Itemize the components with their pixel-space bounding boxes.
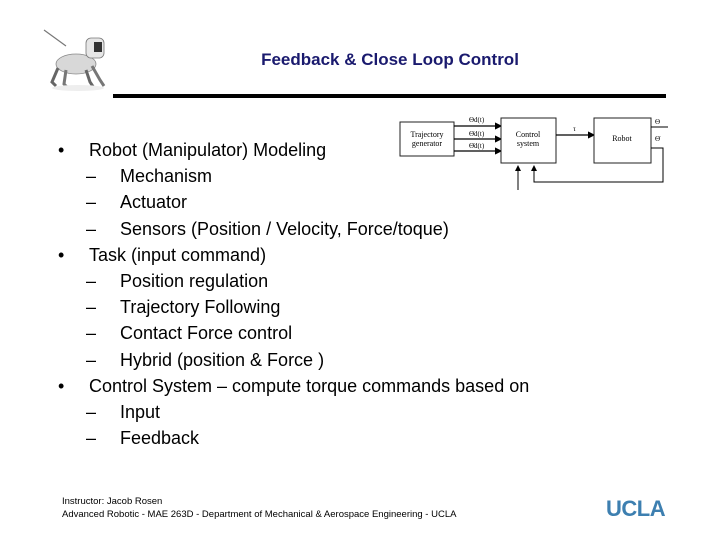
signal-theta-out: Θ	[655, 118, 660, 126]
dash-marker: –	[86, 271, 97, 292]
footer: Instructor: Jacob Rosen Advanced Robotic…	[62, 496, 456, 521]
slide-title: Feedback & Close Loop Control	[261, 50, 519, 69]
list-item: – Feedback	[58, 425, 529, 451]
list-item: – Contact Force control	[58, 320, 529, 346]
list-item: • Control System – compute torque command…	[58, 373, 529, 399]
signal-theta-d: Θd(t)	[469, 116, 485, 124]
dash-marker: –	[86, 297, 97, 318]
signal-tau: τ	[573, 125, 576, 133]
robot-label: Robot	[612, 134, 632, 143]
list-item: – Sensors (Position / Velocity, Force/toq…	[58, 216, 529, 242]
dash-marker: –	[86, 166, 97, 187]
dash-marker: –	[86, 192, 97, 213]
list-item: – Actuator	[58, 189, 529, 215]
bullet-marker: •	[58, 244, 65, 265]
bullet-list: • Robot (Manipulator) Modeling – Mechanism…	[58, 137, 529, 451]
list-item: – Hybrid (position & Force )	[58, 347, 529, 373]
dash-marker: –	[86, 349, 97, 370]
dash-marker: –	[86, 218, 97, 239]
title-divider	[113, 94, 666, 98]
list-item: – Input	[58, 399, 529, 425]
dash-marker: –	[86, 323, 97, 344]
list-item: • Robot (Manipulator) Modeling	[58, 137, 529, 163]
footer-course: Advanced Robotic - MAE 263D - Department…	[62, 508, 457, 520]
bullet-marker: •	[58, 375, 65, 396]
list-item: – Position regulation	[58, 268, 529, 294]
ucla-logo: UCLA	[606, 496, 666, 521]
list-item: – Trajectory Following	[58, 294, 529, 320]
dash-marker: –	[86, 428, 97, 449]
list-item: – Mechanism	[58, 163, 529, 189]
robot-dog-logo-icon	[43, 29, 106, 91]
signal-theta-dot-out: Θ̇	[655, 135, 661, 143]
list-item: • Task (input command)	[58, 242, 529, 268]
dash-marker: –	[86, 402, 97, 423]
footer-instructor: Instructor: Jacob Rosen	[62, 496, 163, 507]
bullet-marker: •	[58, 140, 65, 160]
